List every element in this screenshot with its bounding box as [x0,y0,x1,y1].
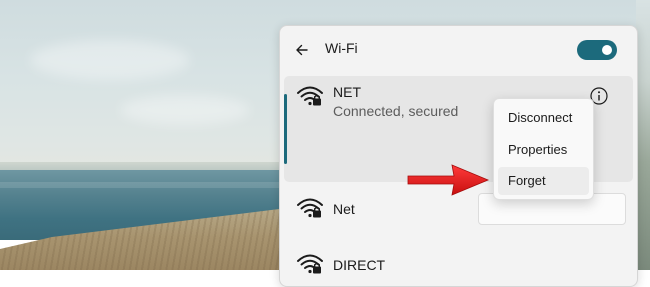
network-name: DIRECT [333,257,386,273]
wifi-secured-icon [297,198,323,218]
back-arrow-icon[interactable] [292,40,312,60]
menu-item-disconnect[interactable]: Disconnect [498,104,589,132]
wifi-secured-icon [297,254,323,274]
network-status: Connected, secured [333,103,459,119]
network-item[interactable]: DIRECT [284,244,633,286]
menu-item-forget[interactable]: Forget [498,167,589,195]
red-arrow-annotation [407,164,490,196]
panel-header: Wi-Fi [280,26,637,74]
panel-title: Wi-Fi [325,40,358,56]
wifi-toggle[interactable] [577,40,617,60]
wallpaper-right-edge [636,0,650,270]
network-context-menu: Disconnect Properties Forget [493,98,594,200]
network-name: NET [333,84,361,100]
active-indicator [284,94,287,164]
menu-item-properties[interactable]: Properties [498,136,589,164]
cloud [30,40,190,80]
wifi-secured-icon [297,86,323,106]
toggle-knob [602,45,612,55]
cloud [120,95,250,125]
network-name: Net [333,201,355,217]
